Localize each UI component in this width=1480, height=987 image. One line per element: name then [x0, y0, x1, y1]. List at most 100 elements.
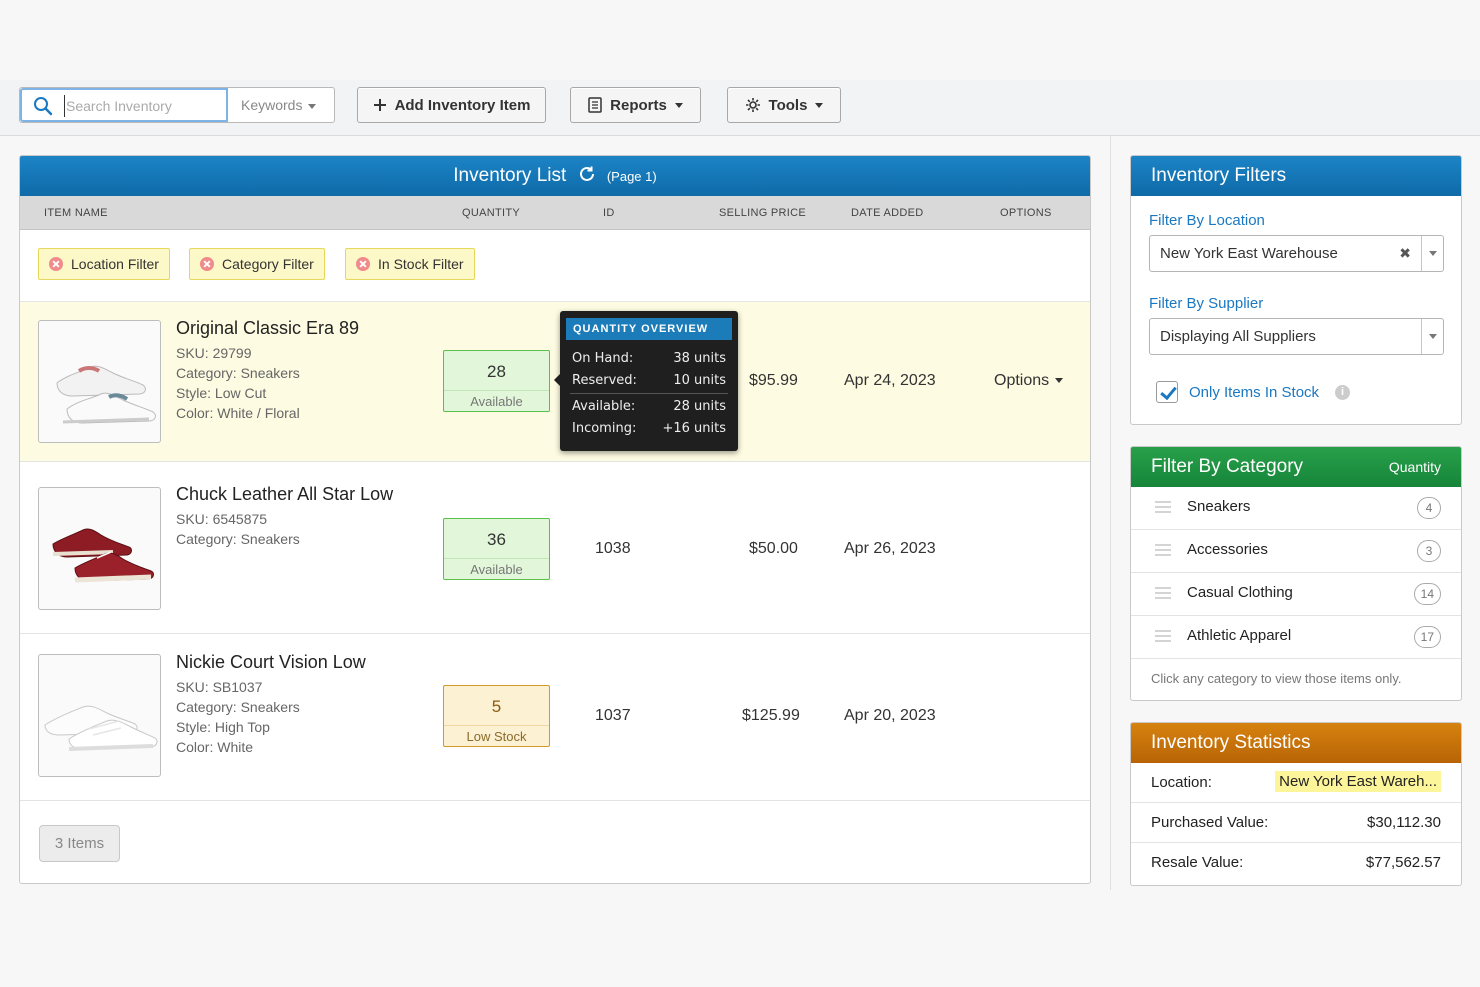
- tooltip-title: QUANTITY OVERVIEW: [566, 318, 732, 340]
- chevron-down-icon[interactable]: [1421, 319, 1443, 354]
- quantity-badge[interactable]: 5 Low Stock: [443, 685, 550, 747]
- category-filter-chip[interactable]: Category Filter: [189, 248, 325, 280]
- product-image[interactable]: [38, 487, 161, 610]
- item-date: Apr 20, 2023: [844, 707, 936, 724]
- category-hint: Click any category to view those items o…: [1151, 671, 1402, 686]
- item-info: Original Classic Era 89 SKU: 29799 Categ…: [176, 318, 359, 423]
- refresh-icon[interactable]: [578, 165, 596, 183]
- chevron-down-icon: [1055, 378, 1064, 384]
- item-date: Apr 26, 2023: [844, 540, 936, 557]
- quantity-value: 36: [487, 530, 506, 549]
- remove-filter-icon[interactable]: [200, 257, 214, 271]
- stat-location: Location: New York East Wareh...: [1131, 763, 1461, 803]
- reports-button[interactable]: Reports: [570, 87, 701, 123]
- item-category: Category: Sneakers: [176, 531, 300, 547]
- keywords-dropdown[interactable]: Keywords: [228, 88, 334, 122]
- quantity-value: 28: [487, 362, 506, 381]
- in-stock-filter-chip[interactable]: In Stock Filter: [345, 248, 475, 280]
- gear-icon: [745, 98, 760, 112]
- active-filters: Location Filter Category Filter In Stock…: [20, 230, 1090, 302]
- col-quantity[interactable]: QUANTITY: [462, 207, 520, 219]
- reports-label: Reports: [610, 96, 667, 114]
- tooltip-available: Available: 28 units: [572, 399, 726, 414]
- table-row[interactable]: Nickie Court Vision Low SKU: SB1037 Cate…: [20, 634, 1090, 801]
- quantity-badge[interactable]: 36 Available: [443, 518, 550, 580]
- add-inventory-item-button[interactable]: Add Inventory Item: [357, 87, 546, 123]
- table-row[interactable]: Chuck Leather All Star Low SKU: 6545875 …: [20, 462, 1090, 634]
- category-count: 17: [1413, 626, 1441, 648]
- category-count: 3: [1417, 540, 1441, 562]
- in-stock-checkbox[interactable]: [1156, 381, 1178, 403]
- panel-divider: [1110, 136, 1111, 890]
- plus-icon: [373, 99, 386, 111]
- stat-resale-value: Resale Value: $77,562.57: [1131, 843, 1461, 883]
- tooltip-divider: [570, 393, 728, 394]
- category-item-athletic-apparel[interactable]: Athletic Apparel 17: [1131, 616, 1461, 659]
- category-name: Sneakers: [1187, 498, 1251, 515]
- chevron-down-icon[interactable]: [1421, 236, 1443, 271]
- category-item-sneakers[interactable]: Sneakers 4: [1131, 487, 1461, 530]
- category-count: 4: [1417, 497, 1441, 519]
- stat-label: Purchased Value:: [1151, 814, 1269, 831]
- remove-filter-icon[interactable]: [356, 257, 370, 271]
- quantity-status: Low Stock: [444, 725, 549, 744]
- stat-label: Resale Value:: [1151, 854, 1244, 871]
- quantity-header: Quantity: [1388, 459, 1441, 475]
- item-date: Apr 24, 2023: [844, 372, 936, 389]
- item-price: $50.00: [749, 540, 798, 557]
- in-stock-label[interactable]: Only Items In Stock: [1189, 384, 1319, 401]
- clear-icon[interactable]: ✖: [1399, 236, 1411, 271]
- category-panel-header: Filter By Category Quantity: [1131, 447, 1461, 487]
- info-icon[interactable]: i: [1335, 385, 1350, 400]
- category-name: Athletic Apparel: [1187, 627, 1292, 644]
- page-indicator: (Page 1): [606, 169, 657, 184]
- inventory-statistics-panel: Inventory Statistics Location: New York …: [1130, 722, 1462, 886]
- product-image[interactable]: [38, 654, 161, 777]
- options-dropdown[interactable]: Options: [994, 372, 1064, 390]
- category-item-casual-clothing[interactable]: Casual Clothing 14: [1131, 573, 1461, 616]
- location-select[interactable]: New York East Warehouse ✖: [1149, 235, 1444, 272]
- item-sku: SKU: SB1037: [176, 679, 263, 695]
- col-selling-price[interactable]: SELLING PRICE: [719, 207, 806, 219]
- category-name: Casual Clothing: [1187, 584, 1293, 601]
- item-color: Color: White / Floral: [176, 405, 300, 421]
- item-sku: SKU: 29799: [176, 345, 252, 361]
- item-category: Category: Sneakers: [176, 699, 300, 715]
- item-name[interactable]: Nickie Court Vision Low: [176, 652, 366, 673]
- col-item-name[interactable]: ITEM NAME: [44, 207, 108, 219]
- chevron-down-icon: [815, 102, 824, 108]
- item-name[interactable]: Original Classic Era 89: [176, 318, 359, 339]
- remove-filter-icon[interactable]: [49, 257, 63, 271]
- category-name: Accessories: [1187, 541, 1268, 558]
- drag-handle-icon[interactable]: [1155, 501, 1171, 513]
- location-filter-chip[interactable]: Location Filter: [38, 248, 170, 280]
- sneaker-image: [44, 705, 158, 751]
- filter-chip-label: Category Filter: [222, 256, 314, 272]
- product-image[interactable]: [38, 320, 161, 443]
- category-count: 14: [1413, 583, 1441, 605]
- drag-handle-icon[interactable]: [1155, 544, 1171, 556]
- tools-button[interactable]: Tools: [727, 87, 841, 123]
- filter-supplier-label: Filter By Supplier: [1149, 295, 1264, 312]
- tooltip-incoming: Incoming: +16 units: [572, 421, 726, 436]
- inventory-statistics-title: Inventory Statistics: [1131, 723, 1461, 763]
- add-inventory-item-label: Add Inventory Item: [394, 96, 531, 114]
- drag-handle-icon[interactable]: [1155, 587, 1171, 599]
- supplier-select[interactable]: Displaying All Suppliers: [1149, 318, 1444, 355]
- search-input[interactable]: [64, 95, 219, 117]
- keywords-label: Keywords: [241, 97, 303, 113]
- filter-chip-label: Location Filter: [71, 256, 159, 272]
- category-item-accessories[interactable]: Accessories 3: [1131, 530, 1461, 573]
- category-panel-title: Filter By Category: [1151, 456, 1304, 477]
- search-box[interactable]: [20, 88, 228, 122]
- item-name[interactable]: Chuck Leather All Star Low: [176, 484, 393, 505]
- col-id[interactable]: ID: [603, 207, 615, 219]
- column-headers: ITEM NAME QUANTITY ID SELLING PRICE DATE…: [20, 196, 1090, 230]
- sneaker-image: [52, 528, 154, 583]
- drag-handle-icon[interactable]: [1155, 630, 1171, 642]
- item-price: $125.99: [742, 707, 800, 724]
- quantity-badge[interactable]: 28 Available: [443, 350, 550, 412]
- col-date-added[interactable]: DATE ADDED: [851, 207, 923, 219]
- inventory-list-header: Inventory List (Page 1): [20, 156, 1090, 196]
- category-panel: Filter By Category Quantity Sneakers 4 A…: [1130, 446, 1462, 701]
